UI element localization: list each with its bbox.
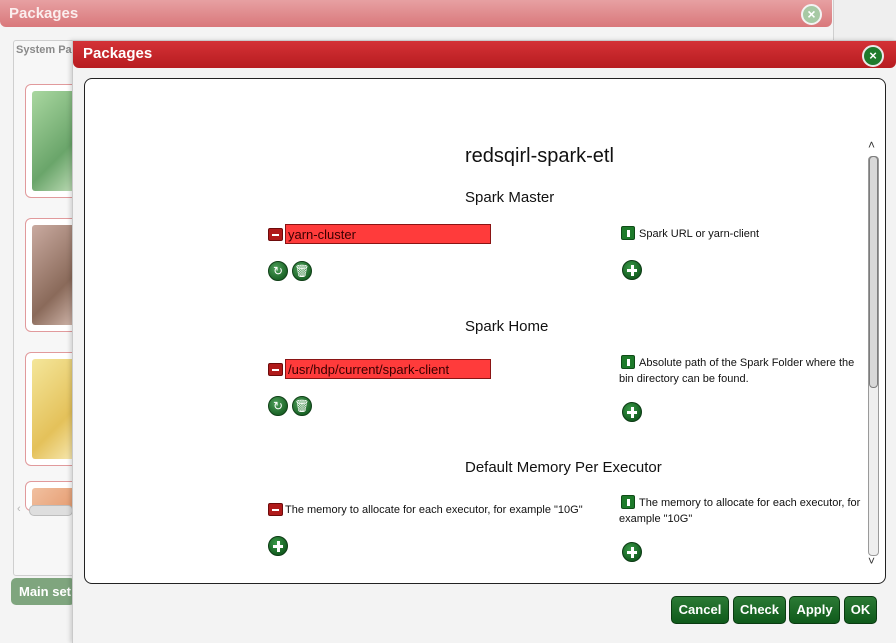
add-plus-icon[interactable] [268, 536, 288, 556]
default-memory-field-description: The memory to allocate for each executor… [285, 504, 583, 516]
add-plus-icon[interactable] [622, 402, 642, 422]
package-settings-panel: redsqirl-spark-etl Spark Master ↻ 🗑 Spar… [84, 78, 886, 584]
dialog-titlebar: Packages × [73, 41, 896, 68]
close-icon[interactable]: × [862, 45, 884, 67]
apply-button[interactable]: Apply [789, 596, 840, 624]
scroll-down-icon[interactable]: ˅ [868, 554, 875, 568]
background-close-icon[interactable]: × [801, 4, 822, 25]
scrollbar-thumb[interactable] [29, 505, 73, 516]
system-packages-tab[interactable]: System Pa [16, 44, 72, 56]
ok-button[interactable]: OK [844, 596, 877, 624]
vertical-scrollbar[interactable]: ˄ ˅ [866, 138, 882, 574]
dialog-title: Packages [83, 45, 153, 62]
add-plus-icon[interactable] [622, 542, 642, 562]
delete-trash-icon[interactable]: 🗑 [292, 396, 312, 416]
scroll-up-icon[interactable]: ˄ [868, 138, 875, 152]
section-title-spark-home: Spark Home [465, 318, 549, 335]
section-title-default-memory: Default Memory Per Executor [465, 459, 662, 476]
remove-minus-icon[interactable] [268, 228, 283, 241]
spark-home-description: Absolute path of the Spark Folder where … [619, 357, 855, 385]
spark-master-description: Spark URL or yarn-client [639, 228, 760, 240]
delete-trash-icon[interactable]: 🗑 [292, 261, 312, 281]
packages-dialog: Packages × redsqirl-spark-etl Spark Mast… [72, 40, 896, 643]
remove-minus-icon[interactable] [268, 363, 283, 376]
background-titlebar: Packages × [0, 0, 832, 27]
spark-home-input[interactable] [285, 359, 491, 379]
main-settings-button[interactable]: Main set [11, 578, 75, 605]
background-horizontal-scrollbar[interactable]: ‹ [17, 503, 73, 517]
cancel-button[interactable]: Cancel [671, 596, 729, 624]
package-name: redsqirl-spark-etl [465, 145, 614, 167]
reset-refresh-icon[interactable]: ↻ [268, 261, 288, 281]
check-button[interactable]: Check [733, 596, 786, 624]
scrollbar-thumb[interactable] [869, 156, 878, 388]
section-title-spark-master: Spark Master [465, 189, 555, 206]
remove-minus-icon[interactable] [268, 503, 283, 516]
add-plus-icon[interactable] [622, 260, 642, 280]
help-info-icon [621, 226, 635, 240]
default-memory-description: The memory to allocate for each executor… [619, 497, 861, 525]
background-window-title: Packages [9, 5, 79, 22]
spark-master-input[interactable] [285, 224, 491, 244]
scroll-left-icon[interactable]: ‹ [17, 503, 21, 515]
reset-refresh-icon[interactable]: ↻ [268, 396, 288, 416]
